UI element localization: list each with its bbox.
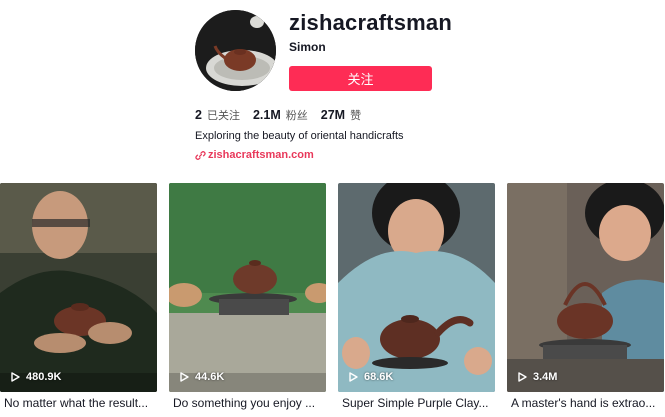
stat-value: 27M: [320, 108, 346, 122]
play-icon: [180, 372, 189, 382]
nickname: Simon: [289, 40, 326, 54]
avatar[interactable]: [195, 10, 276, 91]
stat-label: 已关注: [206, 109, 240, 122]
video-thumbnail[interactable]: 3.4M: [507, 183, 664, 392]
video-caption[interactable]: No matter what the result...: [4, 396, 161, 410]
video-caption[interactable]: A master's hand is extrao...: [511, 396, 665, 410]
view-count-text: 480.9K: [26, 371, 62, 383]
video-card[interactable]: 3.4M A master's hand is extrao...: [507, 183, 664, 410]
view-count: 3.4M: [518, 371, 557, 383]
profile-link-text: zishacraftsman.com: [208, 149, 314, 161]
stat-value: 2.1M: [252, 108, 281, 122]
username: zishacraftsman: [289, 10, 452, 35]
stat-label: 粉丝: [285, 109, 308, 122]
video-grid: 480.9K No matter what the result... 44.6…: [0, 183, 665, 417]
profile-stats: 2 已关注 2.1M 粉丝 27M 赞: [195, 107, 374, 123]
play-icon: [349, 372, 358, 382]
profile-link[interactable]: zishacraftsman.com: [195, 149, 314, 161]
video-card[interactable]: 68.6K Super Simple Purple Clay...: [338, 183, 495, 410]
play-icon: [11, 372, 20, 382]
view-count: 480.9K: [11, 371, 61, 383]
stat-label: 赞: [350, 109, 362, 122]
stat-followers[interactable]: 2.1M 粉丝: [253, 107, 308, 123]
video-card[interactable]: 44.6K Do something you enjoy ...: [169, 183, 326, 410]
link-icon: [195, 150, 206, 161]
view-count-text: 3.4M: [533, 371, 558, 383]
video-thumbnail[interactable]: 68.6K: [338, 183, 495, 392]
video-thumbnail[interactable]: 44.6K: [169, 183, 326, 392]
view-count: 68.6K: [349, 371, 393, 383]
video-caption[interactable]: Super Simple Purple Clay...: [342, 396, 499, 410]
bio: Exploring the beauty of oriental handicr…: [195, 130, 404, 142]
follow-button[interactable]: 关注: [289, 66, 432, 91]
video-card[interactable]: 480.9K No matter what the result...: [0, 183, 157, 410]
stat-value: 2: [195, 108, 202, 122]
view-count-text: 68.6K: [364, 371, 394, 383]
video-thumbnail[interactable]: 480.9K: [0, 183, 157, 392]
view-count-text: 44.6K: [195, 371, 225, 383]
video-caption[interactable]: Do something you enjoy ...: [173, 396, 330, 410]
view-count: 44.6K: [180, 371, 224, 383]
stat-likes: 27M 赞: [321, 107, 361, 123]
stat-following[interactable]: 2 已关注: [195, 107, 240, 123]
play-icon: [518, 372, 527, 382]
